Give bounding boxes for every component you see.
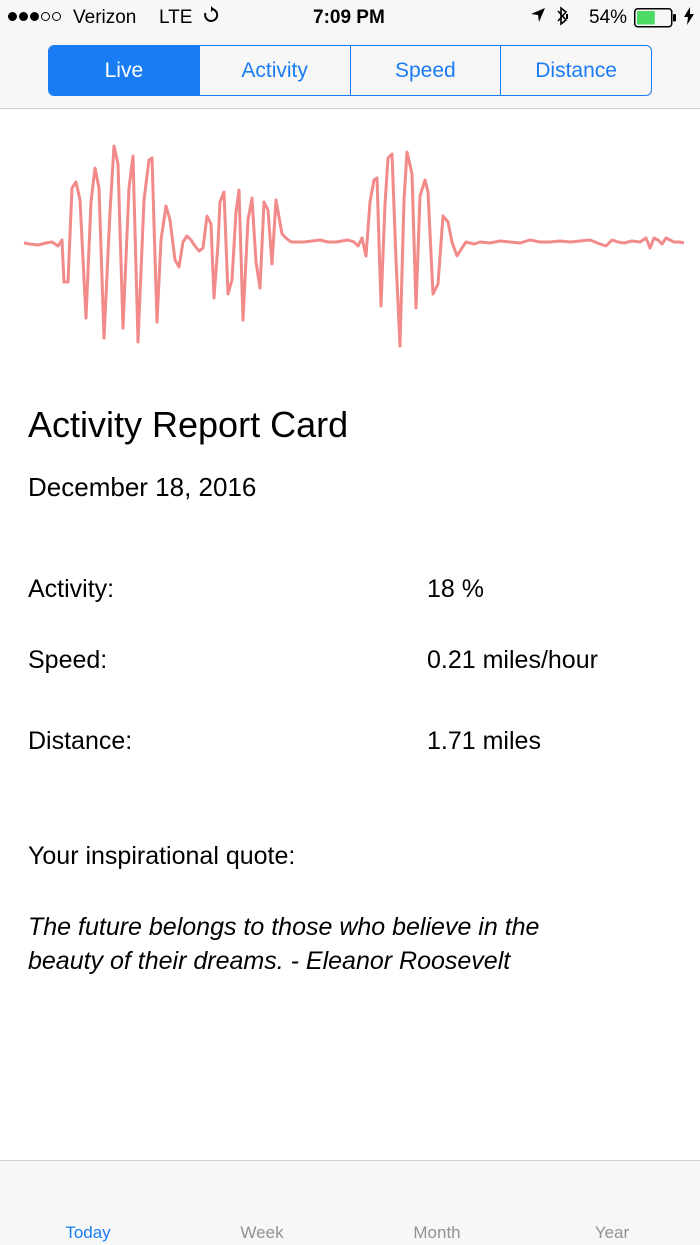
segment-speed[interactable]: Speed [349, 46, 501, 95]
clock-time: 7:09 PM [313, 7, 385, 28]
mode-segmented-control: Live Activity Speed Distance [48, 45, 652, 96]
speed-label: Speed: [28, 646, 108, 674]
tab-year[interactable]: Year [595, 1223, 629, 1243]
charging-bolt-icon [684, 7, 694, 32]
speed-value: 0.21 miles/hour [427, 646, 598, 674]
bluetooth-icon [555, 6, 569, 33]
network-type: LTE [159, 7, 193, 28]
signal-strength-icon [8, 12, 61, 21]
segment-live[interactable]: Live [49, 46, 199, 95]
navigation-bar: Verizon LTE 7:09 PM 54% Live Activity Sp… [0, 0, 700, 109]
segment-distance[interactable]: Distance [500, 46, 651, 95]
tab-month[interactable]: Month [413, 1223, 460, 1243]
report-date: December 18, 2016 [28, 472, 257, 502]
segment-activity[interactable]: Activity [198, 46, 350, 95]
tab-bar: Today Week Month Year [0, 1160, 700, 1245]
waveform-line [23, 144, 685, 348]
carrier-name: Verizon [73, 7, 137, 28]
report-title: Activity Report Card [28, 404, 349, 445]
distance-value: 1.71 miles [427, 727, 541, 755]
distance-label: Distance: [28, 727, 133, 755]
quote-label: Your inspirational quote: [28, 842, 296, 870]
tab-week[interactable]: Week [240, 1223, 283, 1243]
activity-label: Activity: [28, 575, 115, 603]
inspirational-quote: The future belongs to those who believe … [28, 913, 540, 975]
location-arrow-icon [530, 6, 546, 31]
status-bar: Verizon LTE 7:09 PM 54% [0, 0, 700, 36]
battery-percent: 54% [589, 7, 628, 28]
tab-today[interactable]: Today [65, 1223, 110, 1243]
sync-icon [202, 6, 220, 31]
activity-value: 18 % [427, 575, 484, 603]
battery-icon [634, 8, 678, 35]
live-waveform-graph [23, 144, 685, 348]
